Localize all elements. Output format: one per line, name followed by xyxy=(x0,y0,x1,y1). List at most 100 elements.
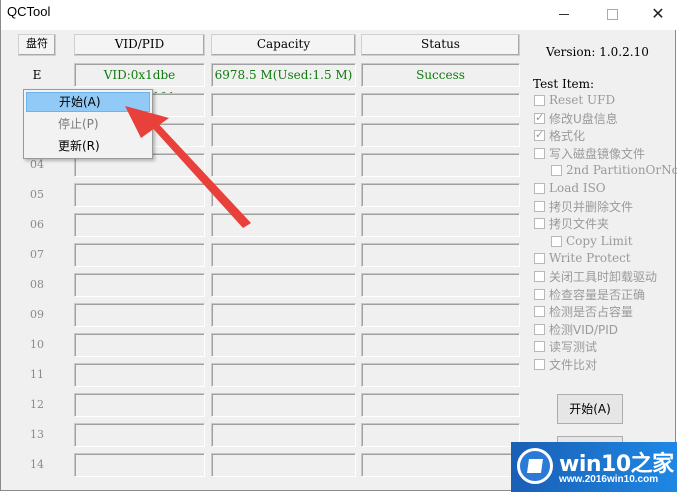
vidpid-cell xyxy=(74,243,205,267)
status-cell xyxy=(361,183,520,207)
checkbox[interactable] xyxy=(534,252,545,264)
watermark-url: www.2016win10.com xyxy=(559,474,659,485)
test-option-label: 检测VID/PID xyxy=(549,322,619,337)
test-option[interactable]: 拷贝并删除文件 xyxy=(534,198,633,214)
vidpid-cell xyxy=(74,213,205,237)
watermark: win10之家 www.2016win10.com xyxy=(511,442,677,492)
test-option[interactable]: Write Protect xyxy=(534,250,631,266)
checkbox[interactable] xyxy=(534,288,545,300)
drive-letter: 12 xyxy=(30,398,44,411)
test-option[interactable]: 文件比对 xyxy=(534,356,597,372)
checkbox[interactable] xyxy=(534,340,545,352)
test-option[interactable]: 关闭工具时卸载驱动 xyxy=(534,268,657,284)
close-button[interactable]: ✕ xyxy=(635,0,677,28)
capacity-cell xyxy=(211,273,356,297)
context-menu: 开始(A) 停止(P) 更新(R) xyxy=(23,89,153,159)
status-cell xyxy=(361,243,520,267)
vidpid-column-header: VID/PID xyxy=(74,34,205,56)
vidpid-cell xyxy=(74,453,205,477)
capacity-cell xyxy=(211,393,356,417)
drive-letter: 11 xyxy=(30,368,44,381)
minimize-button[interactable] xyxy=(541,0,587,28)
checkbox[interactable] xyxy=(534,200,545,212)
test-option[interactable]: 读写测试 xyxy=(534,338,597,354)
start-button[interactable]: 开始(A) xyxy=(557,394,623,424)
test-option[interactable]: 写入磁盘镜像文件 xyxy=(534,145,645,161)
capacity-cell xyxy=(211,123,356,147)
status-cell xyxy=(361,93,520,117)
test-option-label: 格式化 xyxy=(549,128,586,143)
vidpid-cell xyxy=(74,363,205,387)
minimize-icon xyxy=(559,13,569,15)
status-column-header: Status xyxy=(361,34,520,56)
checkbox[interactable] xyxy=(551,235,562,247)
test-option-label: 关闭工具时卸载驱动 xyxy=(549,269,658,284)
maximize-icon xyxy=(606,8,618,20)
close-icon: ✕ xyxy=(651,4,665,23)
app-window: QCTool ✕ 盘符 VID/PID Capacity Status E VID… xyxy=(0,0,677,492)
checkbox[interactable] xyxy=(534,305,545,317)
test-option-label: Reset UFD xyxy=(549,93,616,107)
drive-letter: 06 xyxy=(30,218,44,231)
test-option[interactable]: 检测是否占容量 xyxy=(534,303,633,319)
vidpid-cell: VID:0x1dbe PID:0x0101 xyxy=(74,63,205,104)
test-option[interactable]: 检测VID/PID xyxy=(534,321,618,337)
test-option-label: 文件比对 xyxy=(549,357,598,372)
checkbox[interactable] xyxy=(551,164,562,176)
checkbox[interactable] xyxy=(534,111,545,124)
vidpid-cell xyxy=(74,183,205,207)
context-menu-update[interactable]: 更新(R) xyxy=(26,136,150,156)
checkbox[interactable] xyxy=(534,270,545,282)
context-menu-start[interactable]: 开始(A) xyxy=(26,92,150,112)
test-option-label: 修改U盘信息 xyxy=(549,111,618,126)
test-option-label: 2nd PartitionOrNot xyxy=(566,163,677,177)
test-option[interactable]: 拷贝文件夹 xyxy=(534,215,609,231)
drive-letter: 04 xyxy=(30,158,44,171)
test-option[interactable]: Copy Limit xyxy=(551,233,633,249)
checkbox[interactable] xyxy=(534,94,545,106)
capacity-cell xyxy=(211,303,356,327)
drive-letter: 05 xyxy=(30,188,44,201)
maximize-button[interactable] xyxy=(589,0,635,28)
vidpid-cell xyxy=(74,303,205,327)
test-option[interactable]: Reset UFD xyxy=(534,92,615,108)
vidpid-cell xyxy=(74,423,205,447)
checkbox[interactable] xyxy=(534,182,545,194)
status-cell xyxy=(361,303,520,327)
test-option-label: 检查容量是否正确 xyxy=(549,287,646,302)
vidpid-cell xyxy=(74,393,205,417)
drive-column-header[interactable]: 盘符 xyxy=(18,34,56,56)
test-option[interactable]: 修改U盘信息 xyxy=(534,110,618,126)
test-option[interactable]: Load ISO xyxy=(534,180,606,196)
test-option-label: Copy Limit xyxy=(566,234,633,248)
capacity-cell xyxy=(211,423,356,447)
checkbox[interactable] xyxy=(534,128,545,141)
window-title: QCTool xyxy=(7,4,51,19)
status-cell xyxy=(361,423,520,447)
test-option[interactable]: 2nd PartitionOrNot xyxy=(551,162,677,178)
checkbox[interactable] xyxy=(534,147,545,159)
drive-letter: 08 xyxy=(30,278,44,291)
status-cell xyxy=(361,123,520,147)
checkbox[interactable] xyxy=(534,217,545,229)
test-option-label: Load ISO xyxy=(549,181,606,195)
test-option-label: 拷贝并删除文件 xyxy=(549,199,634,214)
capacity-cell: 6978.5 M(Used:1.5 M) xyxy=(211,63,356,87)
drive-letter: 07 xyxy=(30,248,44,261)
test-option-label: 写入磁盘镜像文件 xyxy=(549,146,646,161)
context-menu-stop[interactable]: 停止(P) xyxy=(26,114,150,134)
test-option[interactable]: 检查容量是否正确 xyxy=(534,286,645,302)
capacity-cell xyxy=(211,213,356,237)
checkbox[interactable] xyxy=(534,323,545,335)
drive-letter: 14 xyxy=(30,458,44,471)
capacity-cell xyxy=(211,183,356,207)
status-cell xyxy=(361,393,520,417)
test-option-label: 读写测试 xyxy=(549,339,598,354)
title-bar: QCTool ✕ xyxy=(1,0,677,30)
test-option[interactable]: 格式化 xyxy=(534,127,585,143)
test-option-label: 拷贝文件夹 xyxy=(549,216,610,231)
capacity-cell xyxy=(211,93,356,117)
drive-letter: E xyxy=(32,68,42,82)
checkbox[interactable] xyxy=(534,358,545,370)
capacity-cell xyxy=(211,333,356,357)
